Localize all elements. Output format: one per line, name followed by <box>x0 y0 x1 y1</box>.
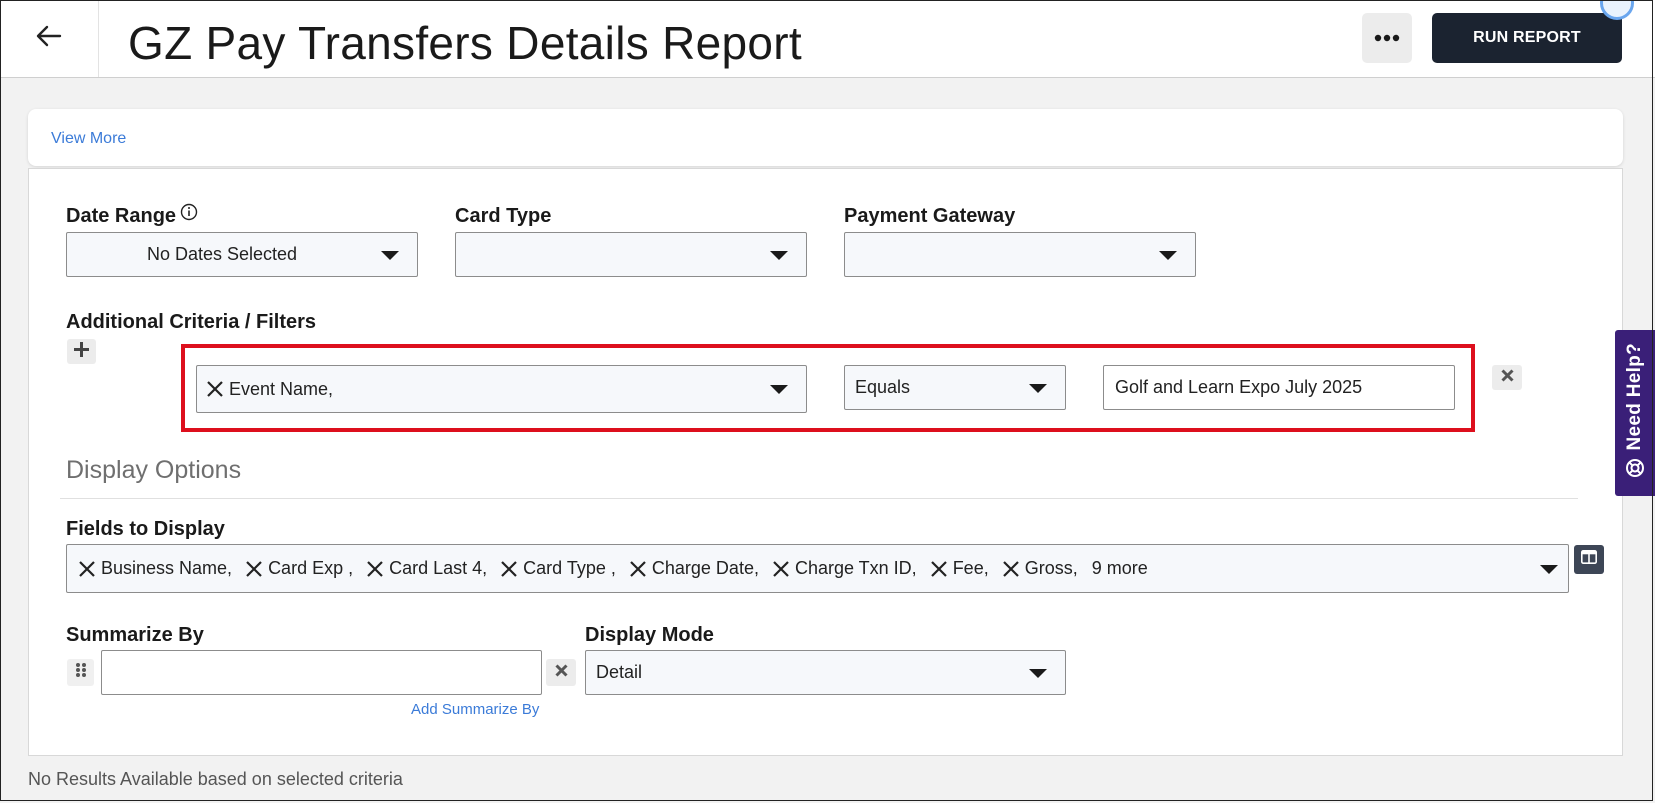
date-range-label: Date Range <box>66 203 198 228</box>
lifebuoy-icon <box>1625 458 1645 483</box>
drag-handle-icon <box>75 662 87 683</box>
date-range-label-text: Date Range <box>66 205 177 227</box>
field-chip-label: Business Name, <box>101 558 233 578</box>
caret-down-icon <box>381 250 399 260</box>
date-range-value: No Dates Selected <box>146 244 298 264</box>
criteria-operator-select[interactable]: Equals <box>844 365 1066 410</box>
field-chip-label: Card Last 4, <box>389 558 488 578</box>
columns-icon <box>1581 550 1597 569</box>
view-more-card: View More <box>28 109 1623 166</box>
field-chip: Charge Txn ID, <box>773 558 917 579</box>
more-fields-count[interactable]: 9 more <box>1092 558 1148 579</box>
criteria-field-select[interactable]: Event Name, <box>196 365 807 413</box>
field-chip-label: Fee, <box>952 558 989 578</box>
field-chip: Business Name, <box>79 558 232 579</box>
criteria-field-text: Event Name, <box>229 378 334 399</box>
card-type-select[interactable] <box>455 232 807 277</box>
criteria-operator-value: Equals <box>855 377 911 397</box>
caret-down-icon <box>770 385 788 394</box>
plus-icon <box>74 341 89 362</box>
remove-x-icon <box>1500 368 1514 387</box>
summarize-by-input[interactable] <box>101 650 542 695</box>
columns-button[interactable] <box>1574 545 1604 574</box>
display-mode-label: Display Mode <box>585 624 714 646</box>
fields-chip-list: Business Name, Card Exp , Card Last 4, Card… <box>79 545 1162 592</box>
back-arrow-icon <box>36 25 62 52</box>
field-chip: Fee, <box>930 558 989 579</box>
field-chip-label: Charge Txn ID, <box>794 558 917 578</box>
need-help-label: Need Help? <box>1624 342 1645 451</box>
display-options-title: Display Options <box>66 456 242 484</box>
remove-x-icon[interactable] <box>930 560 947 577</box>
summarize-by-label: Summarize By <box>66 624 204 646</box>
need-help-tab[interactable]: Need Help? <box>1615 330 1655 496</box>
field-chip: Charge Date, <box>630 558 759 579</box>
payment-gateway-select[interactable] <box>844 232 1196 277</box>
criteria-field-tag: Event Name, <box>207 379 333 400</box>
field-chip: Gross, <box>1002 558 1078 579</box>
field-chip: Card Type , <box>501 558 616 579</box>
remove-x-icon[interactable] <box>367 560 383 577</box>
field-chip-label: Gross, <box>1024 558 1078 578</box>
no-results-message: No Results Available based on selected c… <box>28 769 403 789</box>
page-header: GZ Pay Transfers Details Report RUN REPO… <box>0 0 1655 78</box>
criteria-value-input[interactable]: Golf and Learn Expo July 2025 <box>1103 365 1455 410</box>
caret-down-icon <box>1540 564 1558 574</box>
fields-to-display-select[interactable]: Business Name, Card Exp , Card Last 4, Card… <box>66 544 1569 593</box>
field-chip: Card Last 4, <box>367 558 487 579</box>
info-icon[interactable] <box>180 203 198 227</box>
add-criteria-button[interactable] <box>67 339 96 364</box>
remove-x-icon[interactable] <box>79 560 95 577</box>
remove-x-icon[interactable] <box>773 560 789 577</box>
clear-summarize-button[interactable] <box>546 659 576 686</box>
additional-criteria-label: Additional Criteria / Filters <box>66 311 317 333</box>
display-mode-select[interactable]: Detail <box>585 650 1066 695</box>
field-chip-label: Card Type , <box>523 558 616 578</box>
caret-down-icon <box>1159 250 1177 260</box>
remove-x-icon[interactable] <box>1002 560 1019 577</box>
payment-gateway-label: Payment Gateway <box>844 205 1016 227</box>
display-mode-value: Detail <box>596 662 643 682</box>
remove-x-icon <box>554 663 568 682</box>
remove-x-icon[interactable] <box>630 560 646 577</box>
ellipsis-icon <box>1374 29 1400 47</box>
field-chip-label: Charge Date, <box>651 558 759 578</box>
more-options-button[interactable] <box>1362 13 1412 63</box>
add-summarize-by-link[interactable]: Add Summarize By <box>411 701 539 718</box>
section-divider <box>60 498 1578 499</box>
back-button[interactable] <box>0 0 99 77</box>
field-chip-label: Card Exp , <box>268 558 354 578</box>
run-report-button[interactable]: RUN REPORT <box>1432 13 1622 63</box>
caret-down-icon <box>1029 668 1047 678</box>
view-more-link[interactable]: View More <box>51 130 126 148</box>
page-title: GZ Pay Transfers Details Report <box>128 17 802 69</box>
drag-handle[interactable] <box>67 659 94 686</box>
remove-x-icon[interactable] <box>246 560 262 577</box>
caret-down-icon <box>770 250 788 260</box>
remove-x-icon[interactable] <box>501 560 517 577</box>
date-range-select[interactable]: No Dates Selected <box>66 232 418 277</box>
card-type-label: Card Type <box>455 205 552 227</box>
caret-down-icon <box>1029 383 1047 393</box>
remove-x-icon[interactable] <box>207 381 223 397</box>
criteria-field-chip: Event Name, <box>207 366 333 412</box>
field-chip: Card Exp , <box>246 558 353 579</box>
fields-to-display-label: Fields to Display <box>66 518 225 540</box>
remove-criteria-button[interactable] <box>1492 365 1522 390</box>
